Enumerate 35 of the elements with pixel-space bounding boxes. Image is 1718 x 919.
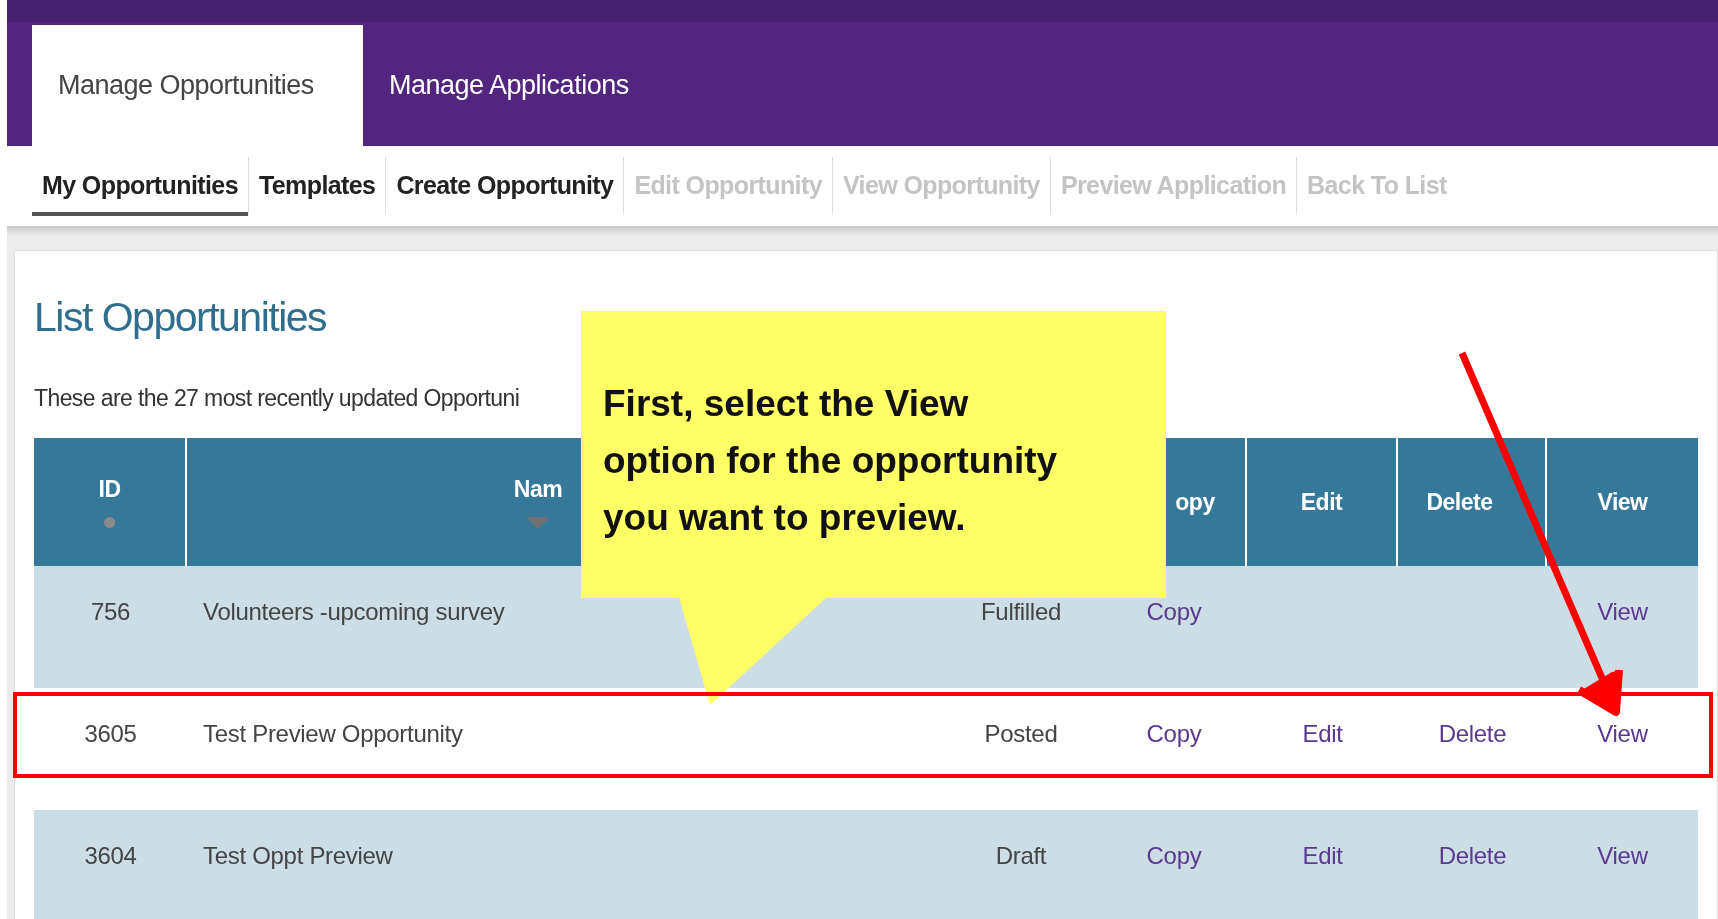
view-link[interactable]: View xyxy=(1597,720,1648,748)
view-link[interactable]: View xyxy=(1597,842,1648,870)
header-label[interactable]: Edit xyxy=(1300,488,1343,516)
header-label[interactable]: Nam xyxy=(513,475,563,503)
table-cell: Test Preview Opportunity xyxy=(203,720,463,748)
copy-link[interactable]: Copy xyxy=(1146,598,1202,626)
edit-link[interactable]: Edit xyxy=(1302,720,1343,748)
page-title: List Opportunities xyxy=(34,294,327,341)
table-cell: Volunteers -upcoming survey xyxy=(203,598,505,626)
table-cell: Test Oppt Preview xyxy=(203,842,393,870)
callout-text: First, select the View option for the opportunity you want to preview. xyxy=(603,382,1059,540)
nav-tab[interactable]: Manage Applications xyxy=(363,25,655,146)
table-cell: Draft xyxy=(995,842,1047,870)
sort-down-icon[interactable] xyxy=(526,516,550,529)
table-cell: 3605 xyxy=(84,720,137,748)
view-link[interactable]: View xyxy=(1597,598,1648,626)
copy-link[interactable]: Copy xyxy=(1146,720,1202,748)
subnav-link[interactable]: Templates xyxy=(247,156,386,216)
header-label[interactable]: ID xyxy=(98,476,121,503)
subnav-link[interactable]: Create Opportunity xyxy=(385,156,624,216)
table-cell: 3604 xyxy=(84,842,137,870)
delete-link[interactable]: Delete xyxy=(1438,720,1507,748)
table-cell: 756 xyxy=(90,598,131,626)
header-label[interactable]: View xyxy=(1597,488,1648,516)
copy-link[interactable]: Copy xyxy=(1146,842,1202,870)
edit-link[interactable]: Edit xyxy=(1302,842,1343,870)
subnav-link[interactable]: My Opportunities xyxy=(32,156,248,216)
table-cell: Posted xyxy=(984,720,1058,748)
header-label[interactable]: Delete xyxy=(1426,488,1493,516)
sort-icon[interactable] xyxy=(104,517,115,528)
header-label[interactable]: opy xyxy=(1175,488,1215,516)
table-cell: Fulfilled xyxy=(981,598,1061,626)
description-text: These are the 27 most recently updated Opportuni xyxy=(34,385,520,412)
nav-tab[interactable]: Manage Opportunities xyxy=(32,25,363,146)
delete-link[interactable]: Delete xyxy=(1438,842,1507,870)
